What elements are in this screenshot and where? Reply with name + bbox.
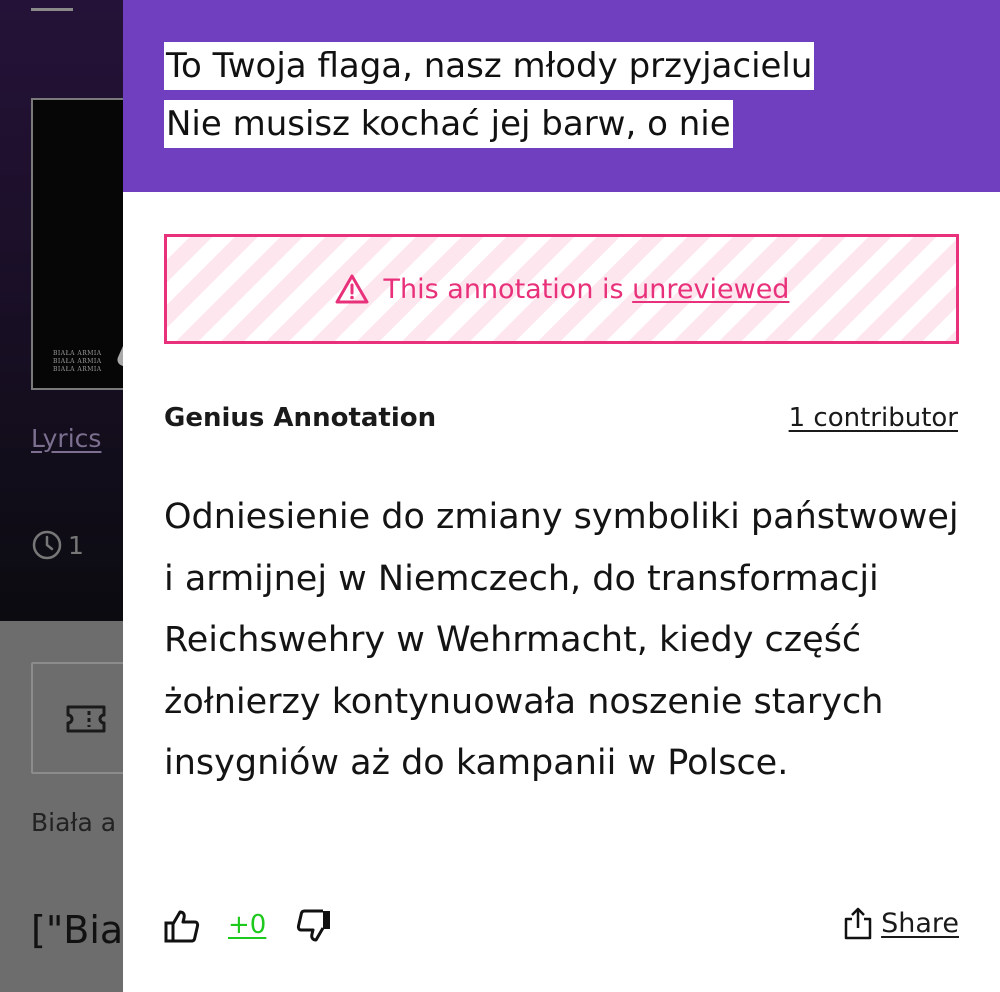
annotated-lyrics: To Twoja flaga, nasz młody przyjacielu N… xyxy=(123,0,1000,192)
warning-icon xyxy=(335,274,369,304)
ticket-icon xyxy=(66,705,106,733)
unreviewed-link[interactable]: unreviewed xyxy=(632,274,789,305)
share-icon xyxy=(844,907,872,940)
clock-icon xyxy=(32,530,62,560)
annotated-lyric-line[interactable]: Nie musisz kochać jej barw, o nie xyxy=(164,100,733,148)
album-cover-text: BIAŁA ARMIA xyxy=(53,358,102,365)
menu-icon[interactable] xyxy=(31,8,73,11)
vote-count[interactable]: +0 xyxy=(228,910,266,940)
annotated-lyric-line[interactable]: To Twoja flaga, nasz młody przyjacielu xyxy=(164,42,815,90)
section-title-snippet: ["Biał xyxy=(31,908,135,952)
vote-bar: +0 Share xyxy=(164,902,959,952)
thumbs-down-icon[interactable] xyxy=(296,908,332,944)
page: BIAŁA ARMIA BIAŁA ARMIA BIAŁA ARMIA Lyri… xyxy=(0,0,1000,992)
thumbs-up-icon[interactable] xyxy=(164,908,200,944)
annotation-source-label: Genius Annotation xyxy=(164,403,437,433)
annotation-panel: To Twoja flaga, nasz młody przyjacielu N… xyxy=(123,0,1000,992)
pageview-count: 1 xyxy=(68,531,84,560)
unreviewed-banner-prefix: This annotation is xyxy=(383,273,633,305)
annotation-body: Odniesienie do zmiany symboliki państwow… xyxy=(164,497,959,783)
share-label: Share xyxy=(881,907,959,939)
unreviewed-banner: This annotation is unreviewed xyxy=(164,234,959,344)
lyrics-link[interactable]: Lyrics xyxy=(31,424,101,453)
artist-snippet: Biała a xyxy=(31,808,117,837)
album-cover-text: BIAŁA ARMIA xyxy=(53,350,102,357)
share-button[interactable]: Share xyxy=(843,906,959,940)
unreviewed-banner-text: This annotation is unreviewed xyxy=(384,274,790,305)
album-cover-text: BIAŁA ARMIA xyxy=(53,366,102,373)
contributors-link[interactable]: 1 contributor xyxy=(789,403,958,433)
